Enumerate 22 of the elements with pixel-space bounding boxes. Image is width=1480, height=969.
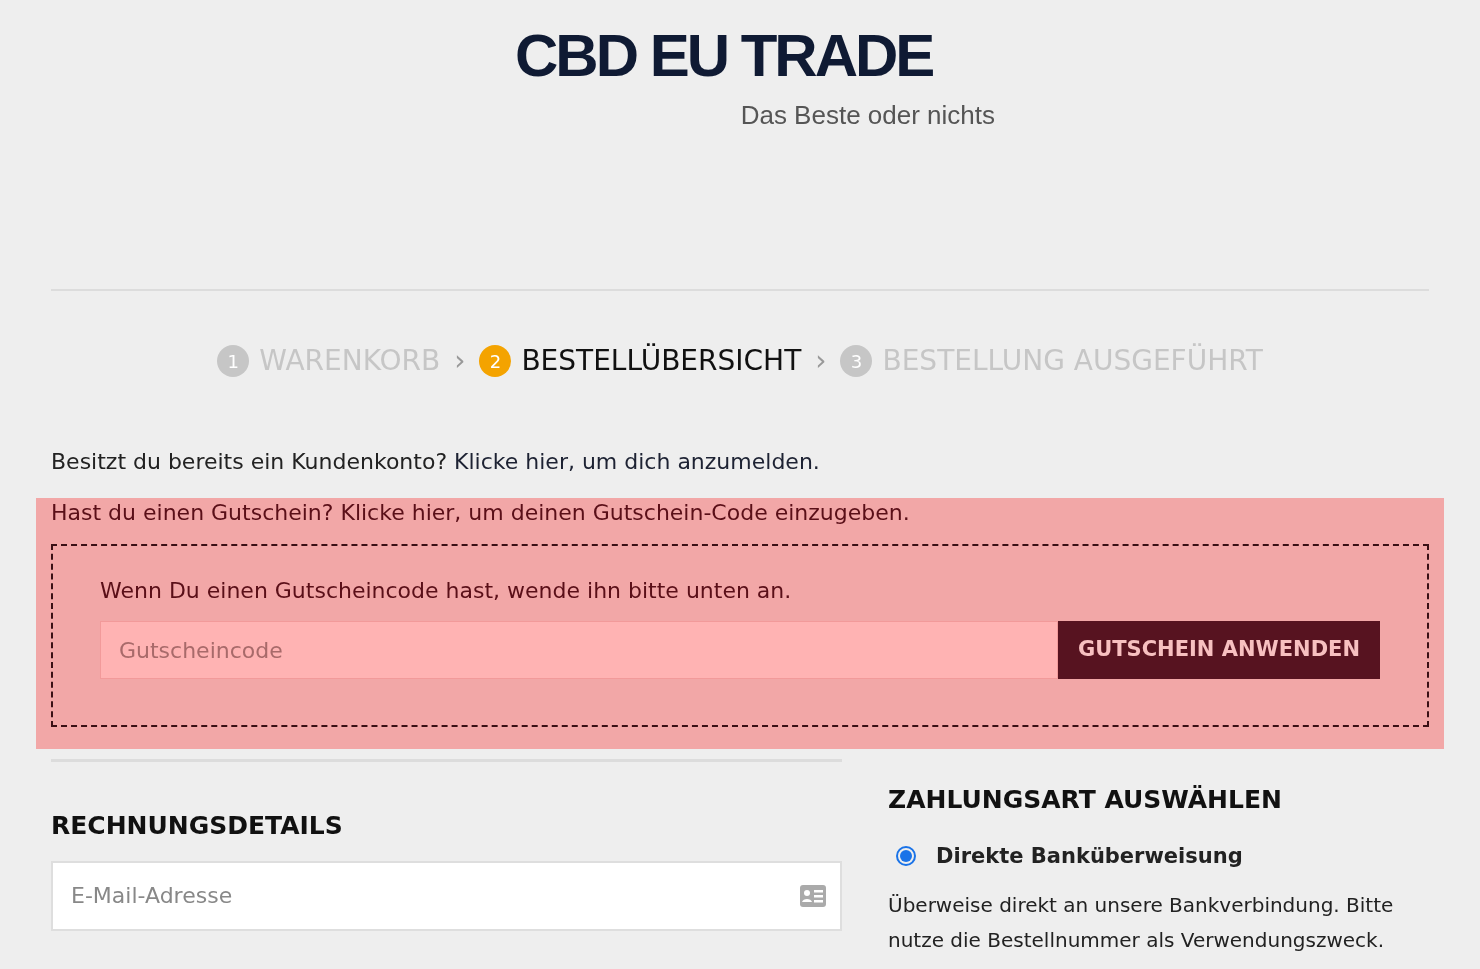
- login-link[interactable]: Klicke hier, um dich anzumelden.: [454, 449, 820, 474]
- logo-tagline: Das Beste oder nichts: [740, 99, 995, 132]
- step-label[interactable]: BESTELLÜBERSICHT: [521, 340, 802, 382]
- login-notice: Besitzt du bereits ein Kundenkonto? Klicke hier, um dich anzumelden.: [51, 449, 820, 474]
- chevron-icon: ›: [454, 340, 466, 382]
- step-number-badge: 1: [217, 345, 250, 377]
- chevron-icon: ›: [815, 340, 827, 382]
- step-number-badge: 3: [840, 345, 873, 377]
- payment-heading: ZAHLUNGSART AUSWÄHLEN: [888, 784, 1283, 816]
- payment-description: Überweise direkt an unsere Bankverbindung. Bitte nutze die Bestellnummer als Verwendungszweck.: [888, 892, 1395, 954]
- coupon-input[interactable]: Gutscheincode: [100, 621, 1058, 679]
- billing-heading: RECHNUNGSDETAILS: [51, 810, 344, 842]
- contact-card-icon: [800, 884, 826, 907]
- coupon-hint: Wenn Du einen Gutscheincode hast, wende ihn bitte unten an.: [100, 577, 793, 605]
- coupon-link[interactable]: Klicke hier, um deinen Gutschein-Code einzugeben.: [340, 500, 910, 525]
- radio-button[interactable]: [896, 846, 916, 867]
- coupon-notice: Hast du einen Gutschein? Klicke hier, um deinen Gutschein-Code einzugeben.: [51, 500, 910, 525]
- step-number-badge: 2: [479, 345, 512, 377]
- email-field[interactable]: E-Mail-Adresse: [51, 860, 842, 931]
- payment-method-label[interactable]: Direkte Banküberweisung: [936, 840, 1243, 872]
- logo-title: CBD EU TRADE: [515, 26, 934, 86]
- apply-coupon-button[interactable]: GUTSCHEIN ANWENDEN: [1058, 621, 1380, 679]
